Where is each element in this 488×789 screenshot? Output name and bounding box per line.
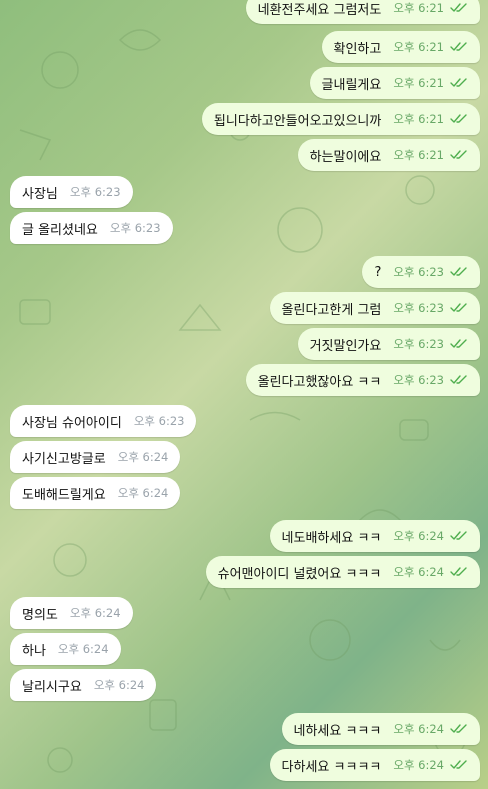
message-timestamp: 오후 6:21 — [393, 76, 444, 90]
double-check-read-icon — [450, 760, 467, 769]
message-text: 하나 — [22, 643, 46, 659]
double-check-read-icon — [450, 3, 467, 12]
message-timestamp: 오후 6:21 — [393, 148, 444, 162]
double-check-read-icon — [450, 724, 467, 733]
outgoing-message-bubble[interactable]: 확인하고 오후 6:21 — [321, 31, 480, 63]
message-timestamp: 오후 6:24 — [393, 758, 444, 772]
double-check-read-icon — [450, 150, 467, 159]
double-check-read-icon — [450, 267, 467, 276]
double-check-read-icon — [450, 339, 467, 348]
incoming-message-bubble[interactable]: 사장님 오후 6:23 — [10, 176, 133, 208]
message-timestamp: 오후 6:23 — [69, 185, 121, 199]
outgoing-message-bubble[interactable]: 올린다고한게 그럼 오후 6:23 — [269, 292, 480, 324]
message-text: 하는말이에요 — [309, 149, 382, 165]
message-timestamp: 오후 6:23 — [393, 373, 444, 387]
message-text: 사장님 슈어아이디 — [22, 415, 122, 431]
message-timestamp: 오후 6:24 — [393, 565, 444, 579]
message-text: 올린다고했잖아요 ㅋㅋ — [257, 374, 382, 390]
outgoing-message-bubble[interactable]: 올린다고했잖아요 ㅋㅋ 오후 6:23 — [245, 364, 480, 396]
incoming-message-bubble[interactable]: 사기신고방글로 오후 6:24 — [10, 441, 181, 473]
message-text: 네하세요 ㅋㅋㅋ — [293, 723, 382, 739]
double-check-read-icon — [450, 42, 467, 51]
message-timestamp: 오후 6:24 — [93, 678, 145, 692]
message-text: 슈어맨아이디 널렸어요 ㅋㅋㅋ — [217, 566, 382, 582]
incoming-message-bubble[interactable]: 날리시구요 오후 6:24 — [10, 669, 157, 701]
incoming-message-bubble[interactable]: 글 올리셨네요 오후 6:23 — [10, 212, 173, 244]
message-list[interactable]: 네환전주세요 그럼저도 오후 6:21 확인하고 오후 6:21 글내릴게요 오후 6:2… — [0, 0, 488, 789]
message-text: 사기신고방글로 — [22, 451, 106, 467]
message-text: 됩니다하고안들어오고있으니까 — [213, 113, 382, 129]
double-check-read-icon — [450, 531, 467, 540]
message-text: 사장님 — [22, 186, 58, 202]
message-timestamp: 오후 6:23 — [393, 265, 444, 279]
outgoing-message-bubble[interactable]: 됩니다하고안들어오고있으니까 오후 6:21 — [201, 103, 480, 135]
outgoing-message-bubble[interactable]: 하는말이에요 오후 6:21 — [297, 139, 480, 171]
message-timestamp: 오후 6:23 — [393, 337, 444, 351]
outgoing-message-bubble[interactable]: 다하세요 ㅋㅋㅋㅋ 오후 6:24 — [269, 749, 480, 781]
message-text: 날리시구요 — [22, 679, 82, 695]
outgoing-message-bubble[interactable]: 글내릴게요 오후 6:21 — [309, 67, 480, 99]
message-text: 올린다고한게 그럼 — [281, 302, 382, 318]
message-timestamp: 오후 6:24 — [57, 642, 109, 656]
double-check-read-icon — [450, 375, 467, 384]
message-timestamp: 오후 6:23 — [109, 221, 161, 235]
incoming-message-bubble[interactable]: 도배해드릴게요 오후 6:24 — [10, 477, 181, 509]
message-timestamp: 오후 6:24 — [69, 606, 121, 620]
outgoing-message-bubble[interactable]: 슈어맨아이디 널렸어요 ㅋㅋㅋ 오후 6:24 — [205, 556, 480, 588]
message-timestamp: 오후 6:23 — [133, 414, 185, 428]
message-timestamp: 오후 6:21 — [393, 40, 444, 54]
message-timestamp: 오후 6:23 — [393, 301, 444, 315]
message-text: 확인하고 — [333, 41, 382, 57]
incoming-message-bubble[interactable]: 사장님 슈어아이디 오후 6:23 — [10, 405, 197, 437]
double-check-read-icon — [450, 114, 467, 123]
message-text: 글 올리셨네요 — [22, 222, 98, 238]
message-text: 거짓말인가요 — [309, 338, 382, 354]
message-timestamp: 오후 6:24 — [393, 529, 444, 543]
message-timestamp: 오후 6:24 — [117, 450, 169, 464]
message-timestamp: 오후 6:24 — [117, 486, 169, 500]
message-text: 네환전주세요 그럼저도 — [257, 2, 382, 18]
outgoing-message-bubble[interactable]: 네도배하세요 ㅋㅋ 오후 6:24 — [269, 520, 480, 552]
double-check-read-icon — [450, 78, 467, 87]
message-text: ? — [374, 264, 382, 280]
outgoing-message-bubble[interactable]: ? 오후 6:23 — [362, 256, 480, 288]
message-timestamp: 오후 6:21 — [393, 112, 444, 126]
message-text: 다하세요 ㅋㅋㅋㅋ — [281, 759, 382, 775]
outgoing-message-bubble[interactable]: 네환전주세요 그럼저도 오후 6:21 — [245, 0, 480, 24]
message-text: 도배해드릴게요 — [22, 487, 106, 503]
double-check-read-icon — [450, 303, 467, 312]
incoming-message-bubble[interactable]: 명의도 오후 6:24 — [10, 597, 133, 629]
double-check-read-icon — [450, 567, 467, 576]
message-text: 명의도 — [22, 607, 58, 623]
outgoing-message-bubble[interactable]: 거짓말인가요 오후 6:23 — [297, 328, 480, 360]
message-timestamp: 오후 6:24 — [393, 722, 444, 736]
outgoing-message-bubble[interactable]: 네하세요 ㅋㅋㅋ 오후 6:24 — [281, 713, 480, 745]
incoming-message-bubble[interactable]: 하나 오후 6:24 — [10, 633, 121, 665]
message-timestamp: 오후 6:21 — [393, 1, 444, 15]
message-text: 글내릴게요 — [321, 77, 382, 93]
message-text: 네도배하세요 ㅋㅋ — [281, 530, 382, 546]
